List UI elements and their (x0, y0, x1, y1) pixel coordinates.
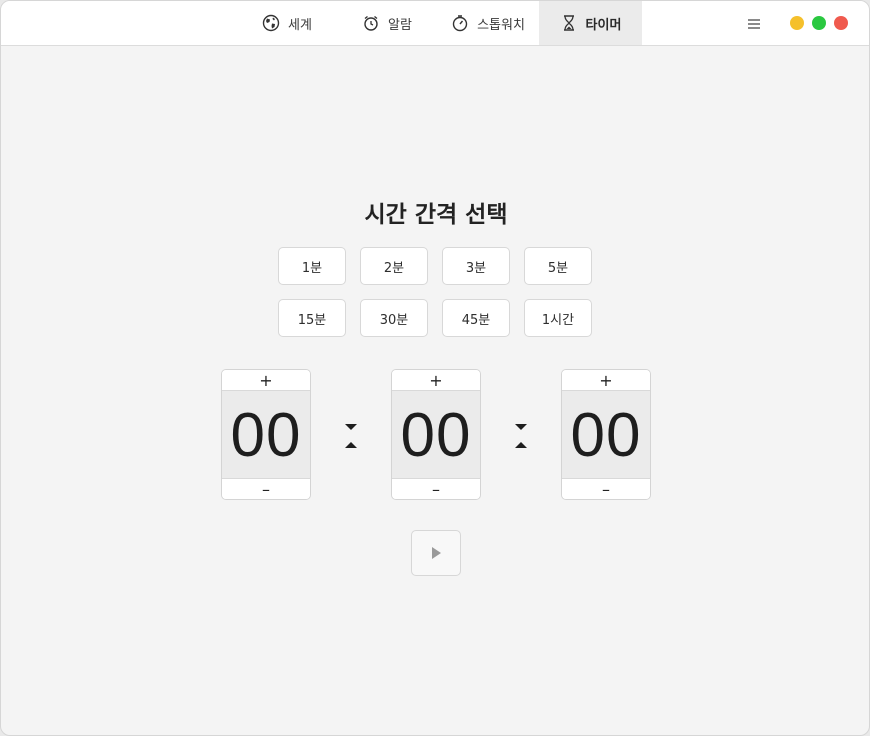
preset-2min-button[interactable]: 2분 (360, 247, 428, 285)
start-button[interactable] (411, 530, 461, 576)
preset-45min-button[interactable]: 45분 (442, 299, 510, 337)
seconds-increment-button[interactable]: + (562, 370, 650, 391)
globe-icon (262, 14, 280, 32)
tab-label: 세계 (288, 17, 312, 33)
hours-decrement-button[interactable]: – (222, 478, 310, 499)
tab-label: 알람 (388, 17, 412, 33)
preset-5min-button[interactable]: 5분 (524, 247, 592, 285)
tab-stopwatch[interactable]: 스톱워치 (437, 1, 539, 45)
maximize-button[interactable] (812, 16, 826, 30)
tab-label: 타이머 (585, 17, 622, 33)
minutes-spinner: + 00 – (391, 369, 481, 500)
alarm-clock-icon (362, 14, 380, 32)
menu-icon (748, 14, 760, 33)
preset-3min-button[interactable]: 3분 (442, 247, 510, 285)
hourglass-icon (560, 14, 578, 32)
tab-world[interactable]: 세계 (237, 1, 337, 45)
seconds-spinner: + 00 – (561, 369, 651, 500)
hours-increment-button[interactable]: + (222, 370, 310, 391)
close-button[interactable] (834, 16, 848, 30)
menu-button[interactable] (743, 13, 765, 33)
seconds-decrement-button[interactable]: – (562, 478, 650, 499)
title-bar: 세계 알람 스톱워치 타이머 (1, 1, 869, 46)
hours-spinner: + 00 – (221, 369, 311, 500)
preset-30min-button[interactable]: 30분 (360, 299, 428, 337)
preset-1min-button[interactable]: 1분 (278, 247, 346, 285)
stopwatch-icon (451, 14, 469, 32)
preset-1hour-button[interactable]: 1시간 (524, 299, 592, 337)
tab-timer[interactable]: 타이머 (539, 1, 642, 45)
timer-window: 세계 알람 스톱워치 타이머 시간 간격 선택 1분 2분 3분 5분 15분 … (0, 0, 870, 736)
preset-15min-button[interactable]: 15분 (278, 299, 346, 337)
colon-separator-icon (344, 421, 358, 451)
minutes-decrement-button[interactable]: – (392, 478, 480, 499)
minutes-value[interactable]: 00 (392, 391, 480, 479)
minimize-button[interactable] (790, 16, 804, 30)
tab-alarm[interactable]: 알람 (337, 1, 437, 45)
tab-label: 스톱워치 (477, 17, 525, 33)
play-icon (431, 544, 441, 563)
seconds-value[interactable]: 00 (562, 391, 650, 479)
page-title: 시간 간격 선택 (364, 202, 508, 228)
hours-value[interactable]: 00 (222, 391, 310, 479)
minutes-increment-button[interactable]: + (392, 370, 480, 391)
colon-separator-icon (514, 421, 528, 451)
